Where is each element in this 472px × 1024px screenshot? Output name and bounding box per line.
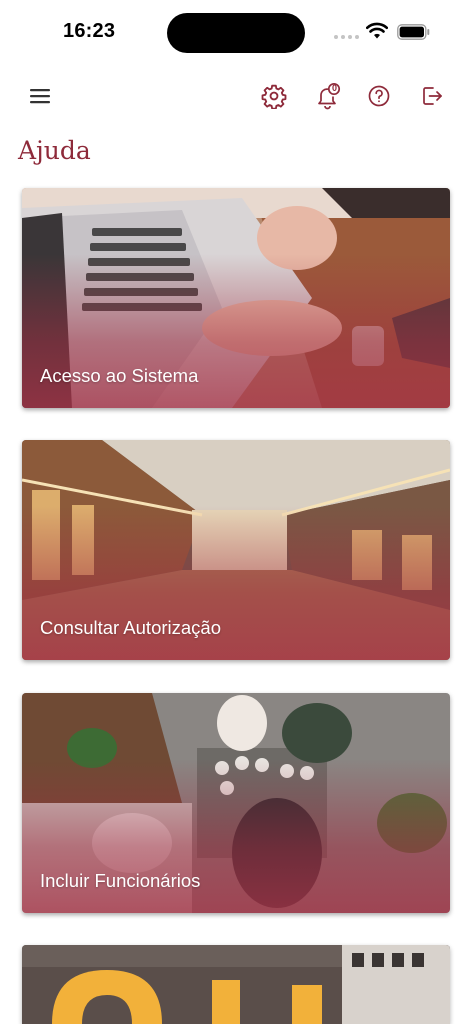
help-card-acesso-sistema[interactable]: Acesso ao Sistema: [22, 188, 450, 408]
help-card-consultar-autorizacao[interactable]: Consultar Autorização: [22, 440, 450, 660]
dynamic-island: [167, 13, 305, 53]
logout-button[interactable]: [414, 78, 450, 114]
settings-button[interactable]: [256, 78, 292, 114]
menu-icon: [30, 89, 50, 104]
help-icon: [368, 85, 390, 107]
menu-button[interactable]: [22, 78, 58, 114]
help-button[interactable]: [361, 78, 397, 114]
status-bar: 16:23: [0, 0, 472, 62]
card-label: Acesso ao Sistema: [40, 365, 199, 386]
notifications-button[interactable]: 0: [310, 78, 346, 114]
help-card-incluir-funcionarios[interactable]: Incluir Funcionários: [22, 693, 450, 913]
page-title: Ajuda: [18, 136, 91, 165]
logout-icon: [423, 87, 442, 105]
battery-icon: [397, 24, 430, 40]
card-label: Consultar Autorização: [40, 617, 221, 638]
help-card-4[interactable]: [22, 945, 450, 1024]
status-time: 16:23: [63, 20, 116, 42]
gear-icon: [261, 84, 287, 109]
cellular-signal-icon: [334, 35, 359, 39]
notification-badge: 0: [332, 83, 338, 93]
street-image: [22, 945, 450, 1024]
card-label: Incluir Funcionários: [40, 870, 201, 891]
wifi-icon: [366, 22, 388, 39]
app-toolbar: 0: [0, 70, 472, 122]
bell-icon: [318, 82, 341, 110]
